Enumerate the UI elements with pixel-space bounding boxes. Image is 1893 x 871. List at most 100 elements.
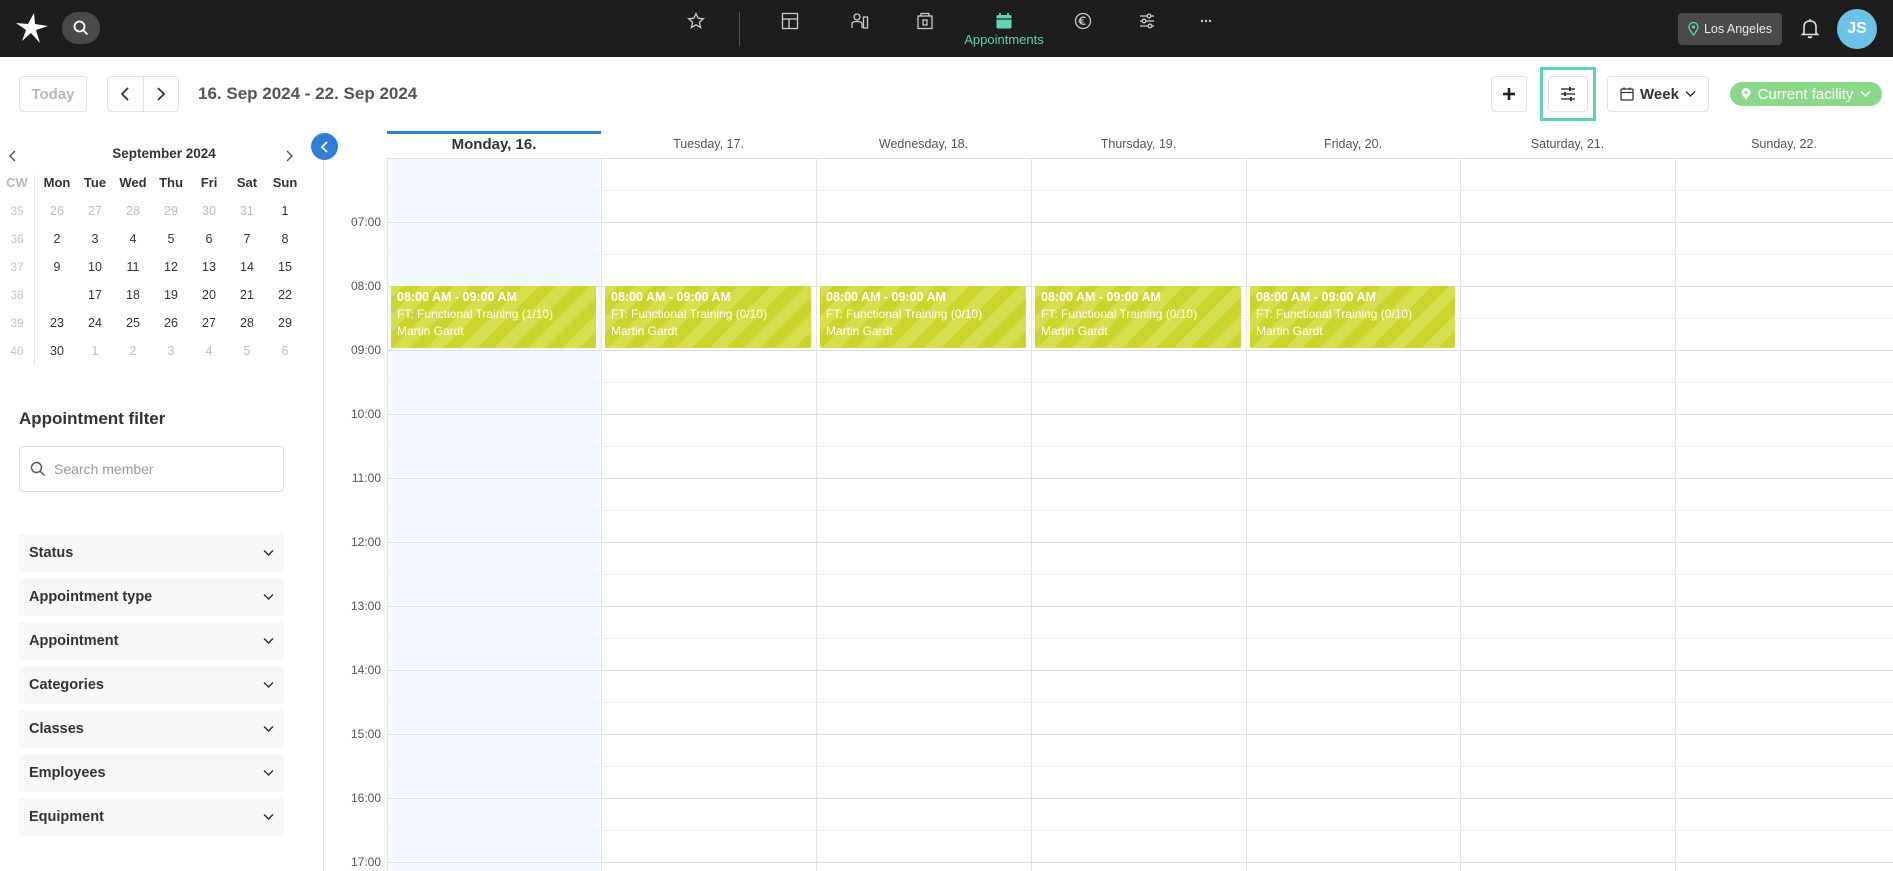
event-trainer: Martin Gardt <box>397 324 464 338</box>
mini-calendar-day[interactable]: 28 <box>114 204 152 218</box>
collapse-sidebar-button[interactable] <box>311 133 338 160</box>
mini-calendar-day[interactable]: 26 <box>152 316 190 330</box>
day-header[interactable]: Thursday, 19. <box>1031 131 1246 158</box>
mini-calendar-day[interactable]: 27 <box>76 204 114 218</box>
mini-calendar-day[interactable]: 3 <box>76 232 114 246</box>
mini-calendar-day[interactable]: 29 <box>266 316 304 330</box>
mini-calendar-day[interactable]: 16 <box>38 284 76 306</box>
user-avatar[interactable]: JS <box>1837 9 1877 49</box>
view-selector[interactable]: Week <box>1607 76 1709 112</box>
previous-week-button[interactable] <box>108 77 144 111</box>
settings-sliders-icon[interactable] <box>1133 9 1161 33</box>
day-column[interactable] <box>1031 158 1246 871</box>
mini-calendar-day[interactable]: 1 <box>76 344 114 358</box>
mini-calendar-day[interactable]: 24 <box>76 316 114 330</box>
mini-calendar-day[interactable]: 29 <box>152 204 190 218</box>
calendar-icon[interactable] <box>990 9 1018 33</box>
mini-calendar-day[interactable]: 6 <box>190 232 228 246</box>
today-button[interactable]: Today <box>19 76 87 112</box>
mini-calendar-day[interactable]: 15 <box>266 260 304 274</box>
day-column[interactable] <box>1675 158 1893 871</box>
mini-calendar-day[interactable]: 4 <box>190 344 228 358</box>
day-column[interactable] <box>816 158 1031 871</box>
mini-calendar-day[interactable]: 30 <box>190 204 228 218</box>
mini-calendar-day[interactable]: 22 <box>266 288 304 302</box>
star-logo-icon[interactable] <box>14 12 50 44</box>
mini-calendar-day[interactable]: 12 <box>152 260 190 274</box>
time-label: 11:00 <box>351 471 381 485</box>
mini-calendar-day[interactable]: 5 <box>152 232 190 246</box>
day-header[interactable]: Wednesday, 18. <box>816 131 1031 158</box>
weekday-header: Sat <box>236 175 258 190</box>
mini-calendar-prev-button[interactable] <box>6 149 20 163</box>
add-appointment-button[interactable] <box>1491 76 1527 112</box>
favorites-star-icon[interactable] <box>682 9 710 33</box>
filter-section-classes[interactable]: Classes <box>19 710 284 748</box>
filter-section-employees[interactable]: Employees <box>19 754 284 792</box>
day-column[interactable] <box>387 158 601 871</box>
mini-calendar-day[interactable]: 30 <box>38 344 76 358</box>
dashboard-icon[interactable] <box>776 9 804 33</box>
mini-calendar-day[interactable]: 5 <box>228 344 266 358</box>
notifications-bell-icon[interactable] <box>1798 16 1822 40</box>
day-header[interactable]: Saturday, 21. <box>1460 131 1675 158</box>
day-header[interactable]: Monday, 16. <box>387 131 601 158</box>
mini-calendar-day[interactable]: 28 <box>228 316 266 330</box>
search-member-field[interactable] <box>19 446 284 492</box>
mini-calendar-day[interactable]: 23 <box>38 316 76 330</box>
euro-icon[interactable] <box>1069 9 1097 33</box>
appointment-event[interactable]: 08:00 AM - 09:00 AM FT: Functional Traini… <box>820 286 1026 348</box>
time-label: 12:00 <box>350 535 381 549</box>
mini-calendar-day[interactable]: 20 <box>190 288 228 302</box>
filter-section-equipment[interactable]: Equipment <box>19 798 284 836</box>
filter-section-categories[interactable]: Categories <box>19 666 284 704</box>
appointment-event[interactable]: 08:00 AM - 09:00 AM FT: Functional Traini… <box>391 286 596 348</box>
chevron-down-icon <box>263 593 274 601</box>
hour-line <box>387 222 1893 223</box>
appointment-event[interactable]: 08:00 AM - 09:00 AM FT: Functional Traini… <box>1250 286 1455 348</box>
nav-label-appointments[interactable]: Appointments <box>940 32 1068 47</box>
facility-selector[interactable]: Current facility <box>1730 82 1882 106</box>
day-column[interactable] <box>601 158 816 871</box>
mini-calendar-day[interactable]: 25 <box>114 316 152 330</box>
mini-calendar-day[interactable]: 14 <box>228 260 266 274</box>
more-icon[interactable] <box>1192 9 1220 33</box>
mini-calendar-day[interactable]: 19 <box>152 288 190 302</box>
appointment-event[interactable]: 08:00 AM - 09:00 AM FT: Functional Traini… <box>605 286 811 348</box>
mini-calendar-day[interactable]: 11 <box>114 260 152 274</box>
mini-calendar-day[interactable]: 2 <box>38 232 76 246</box>
mini-calendar-day[interactable]: 9 <box>38 260 76 274</box>
mini-calendar-day[interactable]: 1 <box>266 204 304 218</box>
search-button[interactable] <box>62 12 100 44</box>
filter-section-status[interactable]: Status <box>19 534 284 572</box>
day-column[interactable] <box>1460 158 1675 871</box>
mini-calendar-day[interactable]: 8 <box>266 232 304 246</box>
location-selector[interactable]: Los Angeles <box>1678 13 1782 45</box>
mini-calendar-day[interactable]: 21 <box>228 288 266 302</box>
day-column[interactable] <box>1246 158 1460 871</box>
day-header[interactable]: Sunday, 22. <box>1675 131 1893 158</box>
mini-calendar-day[interactable]: 4 <box>114 232 152 246</box>
mini-calendar-day[interactable]: 6 <box>266 344 304 358</box>
members-icon[interactable] <box>846 9 874 33</box>
day-header[interactable]: Tuesday, 17. <box>601 131 816 158</box>
mini-calendar-day[interactable]: 18 <box>114 288 152 302</box>
filter-section-appointment-type[interactable]: Appointment type <box>19 578 284 616</box>
mini-calendar-next-button[interactable] <box>282 149 296 163</box>
search-member-input[interactable] <box>54 461 274 477</box>
checkin-icon[interactable] <box>911 9 939 33</box>
mini-calendar-day[interactable]: 27 <box>190 316 228 330</box>
appointment-event[interactable]: 08:00 AM - 09:00 AM FT: Functional Traini… <box>1035 286 1241 348</box>
mini-calendar-day[interactable]: 26 <box>38 204 76 218</box>
mini-calendar-day[interactable]: 2 <box>114 344 152 358</box>
filter-settings-button[interactable] <box>1548 76 1588 112</box>
mini-calendar-day[interactable]: 3 <box>152 344 190 358</box>
mini-calendar-day[interactable]: 7 <box>228 232 266 246</box>
mini-calendar-day[interactable]: 17 <box>76 288 114 302</box>
mini-calendar-day[interactable]: 31 <box>228 204 266 218</box>
filter-section-appointment[interactable]: Appointment <box>19 622 284 660</box>
day-header[interactable]: Friday, 20. <box>1246 131 1460 158</box>
mini-calendar-day[interactable]: 13 <box>190 260 228 274</box>
mini-calendar-day[interactable]: 10 <box>76 260 114 274</box>
next-week-button[interactable] <box>144 77 179 111</box>
